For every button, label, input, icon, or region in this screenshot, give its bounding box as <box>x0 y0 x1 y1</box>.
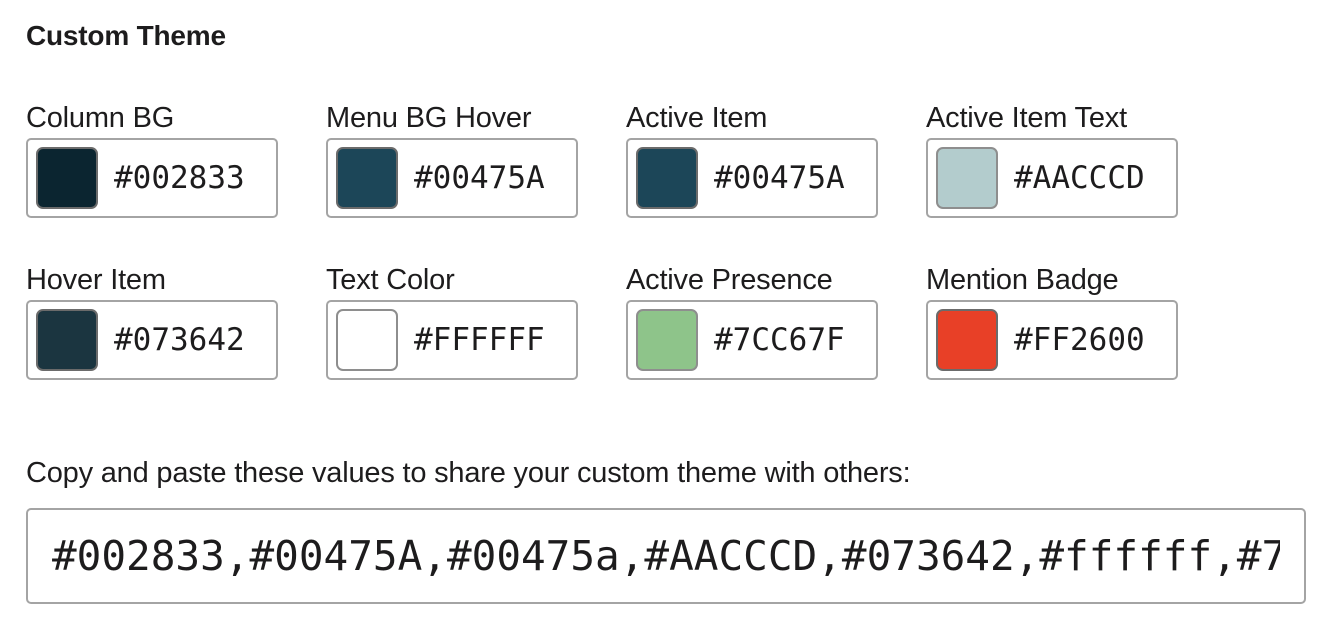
color-field-column-bg[interactable]: #002833 <box>26 138 278 218</box>
hex-value[interactable]: #073642 <box>114 322 245 358</box>
swatch-active-presence: Active Presence #7CC67F <box>626 262 926 424</box>
color-chip-mention-badge[interactable] <box>936 309 998 371</box>
color-field-hover-item[interactable]: #073642 <box>26 300 278 380</box>
hex-value[interactable]: #00475A <box>414 160 545 196</box>
hex-value[interactable]: #FF2600 <box>1014 322 1145 358</box>
color-chip-menu-bg-hover[interactable] <box>336 147 398 209</box>
color-field-menu-bg-hover[interactable]: #00475A <box>326 138 578 218</box>
color-chip-hover-item[interactable] <box>36 309 98 371</box>
color-field-active-item-text[interactable]: #AACCCD <box>926 138 1178 218</box>
swatch-label: Active Presence <box>626 264 833 296</box>
swatch-label: Text Color <box>326 264 455 296</box>
color-field-mention-badge[interactable]: #FF2600 <box>926 300 1178 380</box>
hex-value[interactable]: #002833 <box>114 160 245 196</box>
swatch-column-bg: Column BG #002833 <box>26 100 326 262</box>
color-chip-active-presence[interactable] <box>636 309 698 371</box>
color-chip-column-bg[interactable] <box>36 147 98 209</box>
color-field-text-color[interactable]: #FFFFFF <box>326 300 578 380</box>
color-field-active-item[interactable]: #00475A <box>626 138 878 218</box>
color-chip-text-color[interactable] <box>336 309 398 371</box>
share-theme-label: Copy and paste these values to share you… <box>26 457 911 489</box>
swatch-mention-badge: Mention Badge #FF2600 <box>926 262 1226 424</box>
section-title: Custom Theme <box>26 20 226 51</box>
swatch-hover-item: Hover Item #073642 <box>26 262 326 424</box>
hex-value[interactable]: #7CC67F <box>714 322 845 358</box>
swatch-label: Hover Item <box>26 264 166 296</box>
swatch-label: Menu BG Hover <box>326 102 532 134</box>
swatch-active-item: Active Item #00475A <box>626 100 926 262</box>
swatch-label: Active Item Text <box>926 102 1127 134</box>
swatch-text-color: Text Color #FFFFFF <box>326 262 626 424</box>
swatch-menu-bg-hover: Menu BG Hover #00475A <box>326 100 626 262</box>
swatch-active-item-text: Active Item Text #AACCCD <box>926 100 1226 262</box>
theme-color-grid: Column BG #002833 Menu BG Hover #00475A … <box>26 100 1226 424</box>
color-chip-active-item[interactable] <box>636 147 698 209</box>
color-chip-active-item-text[interactable] <box>936 147 998 209</box>
swatch-label: Column BG <box>26 102 175 134</box>
hex-value[interactable]: #FFFFFF <box>414 322 545 358</box>
swatch-label: Mention Badge <box>926 264 1119 296</box>
color-field-active-presence[interactable]: #7CC67F <box>626 300 878 380</box>
swatch-label: Active Item <box>626 102 768 134</box>
hex-value[interactable]: #00475A <box>714 160 845 196</box>
share-theme-input[interactable] <box>26 508 1306 604</box>
hex-value[interactable]: #AACCCD <box>1014 160 1145 196</box>
